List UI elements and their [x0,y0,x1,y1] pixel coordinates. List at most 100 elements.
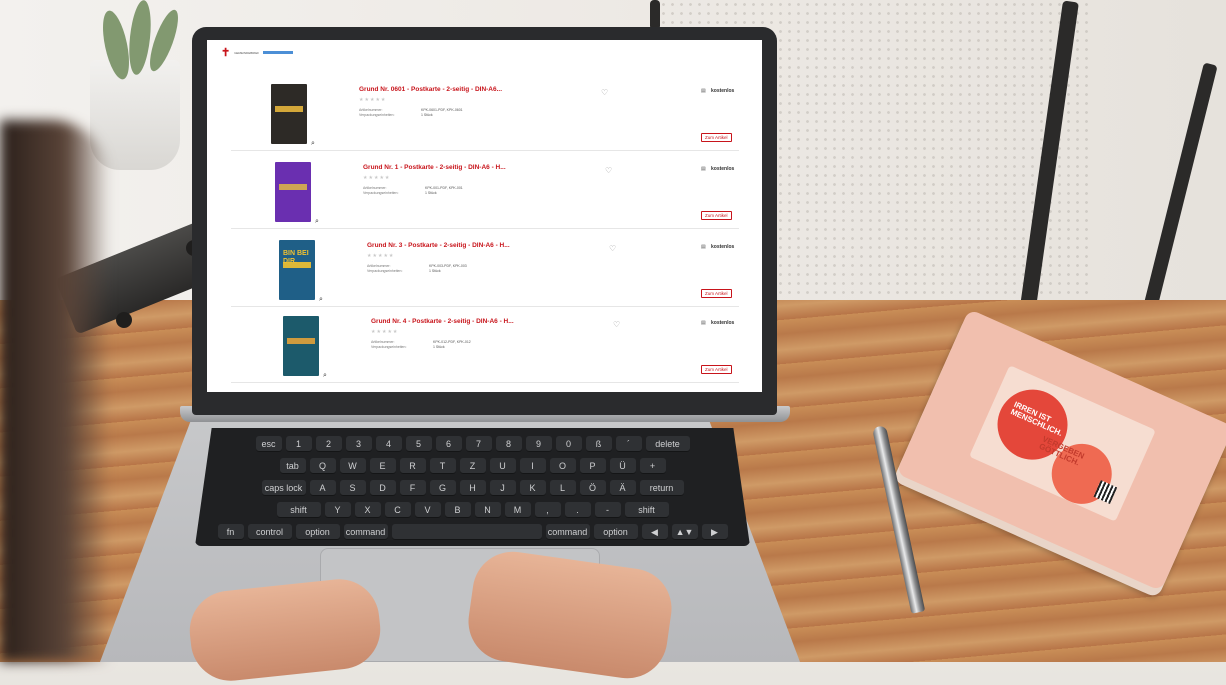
keyboard-key[interactable]: P [579,458,606,474]
keyboard-key[interactable]: X [354,502,381,518]
product-title[interactable]: Grund Nr. 4 - Postkarte - 2-seitig - DIN… [371,318,514,325]
keyboard-key[interactable]: A [309,480,336,496]
wishlist-heart-icon[interactable]: ♡ [605,166,612,175]
keyboard-key[interactable]: option [295,524,340,540]
key-row: tab Q W E R T Z U I O P Ü + [195,458,750,474]
product-thumbnail[interactable]: ⌕ [275,162,321,226]
keyboard-key[interactable]: 5 [405,436,432,452]
product-title[interactable]: Grund Nr. 3 - Postkarte - 2-seitig - DIN… [367,242,510,249]
product-row[interactable]: BIN BEI DIR. ⌕ Grund Nr. 3 - Postkarte - 2… [231,236,739,307]
product-meta-values: KPK-0601-PDF, KPK-0601 1 Stück [421,108,463,117]
product-row[interactable]: ⌕ Grund Nr. 1 - Postkarte - 2-seitig - DI… [231,158,739,229]
price-tag-icon: ▤ [701,166,706,172]
product-title[interactable]: Grund Nr. 1 - Postkarte - 2-seitig - DIN… [363,164,506,171]
keyboard-key[interactable]: Ö [579,480,606,496]
keyboard-key[interactable]: shift [624,502,669,518]
keyboard-key[interactable]: F [399,480,426,496]
keyboard-key[interactable]: control [247,524,292,540]
wishlist-heart-icon[interactable]: ♡ [613,320,620,329]
keyboard-key[interactable]: return [639,480,684,496]
keyboard-key[interactable]: delete [645,436,690,452]
wishlist-heart-icon[interactable]: ♡ [601,88,608,97]
keyboard-key[interactable]: + [639,458,666,474]
product-thumbnail[interactable]: ⌕ [283,316,329,380]
rating-stars: ★★★★★ [363,175,391,181]
keyboard-key[interactable]: Ä [609,480,636,496]
keyboard-key[interactable]: option [593,524,638,540]
zum-artikel-button[interactable]: Zum Artikel [701,211,732,220]
chair-frame [650,0,660,30]
keyboard-key[interactable]: Q [309,458,336,474]
keyboard: esc 1 2 3 4 5 6 7 8 9 0 ß ´ delete tab Q W E R T Z U I O P Ü + ca… [195,428,750,546]
product-meta-labels: Artikelnummer: Verpackungseinheiten: [367,264,403,273]
keyboard-key[interactable]: G [429,480,456,496]
zum-artikel-button[interactable]: Zum Artikel [701,289,732,298]
zoom-icon[interactable]: ⌕ [317,296,325,304]
keyboard-key[interactable]: Z [459,458,486,474]
zum-artikel-button[interactable]: Zum Artikel [701,133,732,142]
keyboard-key[interactable]: B [444,502,471,518]
keyboard-key[interactable]: T [429,458,456,474]
keyboard-key[interactable]: caps lock [261,480,306,496]
keyboard-key[interactable]: 0 [555,436,582,452]
keyboard-key[interactable]: 3 [345,436,372,452]
thumbnail-graphic [287,338,315,344]
keyboard-key[interactable]: fn [217,524,244,540]
keyboard-key[interactable]: L [549,480,576,496]
keyboard-key[interactable]: command [545,524,590,540]
keyboard-key[interactable]: 7 [465,436,492,452]
keyboard-key[interactable]: C [384,502,411,518]
person-silhouette [0,120,110,662]
keyboard-key[interactable]: - [594,502,621,518]
keyboard-key[interactable]: 9 [525,436,552,452]
keyboard-key[interactable]: E [369,458,396,474]
keyboard-key[interactable]: ◀ [641,524,668,540]
keyboard-key[interactable]: ´ [615,436,642,452]
keyboard-key[interactable]: esc [255,436,282,452]
price-label: kostenlos [711,244,735,250]
keyboard-key[interactable]: 4 [375,436,402,452]
keyboard-key[interactable]: tab [279,458,306,474]
keyboard-key[interactable]: H [459,480,486,496]
keyboard-key[interactable]: Ü [609,458,636,474]
wishlist-heart-icon[interactable]: ♡ [609,244,616,253]
product-thumbnail[interactable]: BIN BEI DIR. ⌕ [279,240,325,304]
zum-artikel-button[interactable]: Zum Artikel [701,365,732,374]
keyboard-key[interactable]: O [549,458,576,474]
product-title[interactable]: Grund Nr. 0601 - Postkarte - 2-seitig - … [359,86,502,93]
keyboard-key[interactable]: D [369,480,396,496]
keyboard-key[interactable]: ▶ [701,524,728,540]
zoom-icon[interactable]: ⌕ [309,140,317,148]
keyboard-key[interactable]: 2 [315,436,342,452]
site-logo[interactable]: ✝ GEMEINDEBRIEF [221,46,294,59]
key-row: shift Y X C V B N M,. - shift [195,502,750,518]
keyboard-key[interactable]: , [534,502,561,518]
keyboard-key[interactable]: W [339,458,366,474]
zoom-icon[interactable]: ⌕ [313,218,321,226]
keyboard-key[interactable]: M [504,502,531,518]
product-row[interactable]: ⌕ Grund Nr. 4 - Postkarte - 2-seitig - DI… [231,312,739,383]
product-thumbnail[interactable]: ⌕ [271,84,317,148]
keyboard-key[interactable]: command [343,524,388,540]
product-row[interactable]: ⌕ Grund Nr. 0601 - Postkarte - 2-seitig -… [231,80,739,151]
keyboard-key[interactable]: 1 [285,436,312,452]
keyboard-key[interactable]: 6 [435,436,462,452]
keyboard-key[interactable]: ▲▼ [671,524,698,540]
zoom-icon[interactable]: ⌕ [321,372,329,380]
thumbnail-text: BIN BEI DIR. [283,250,309,265]
space-key[interactable] [391,524,542,540]
keyboard-key[interactable]: R [399,458,426,474]
keyboard-key[interactable]: U [489,458,516,474]
keyboard-key[interactable]: S [339,480,366,496]
keyboard-key[interactable]: shift [276,502,321,518]
keyboard-key[interactable]: ß [585,436,612,452]
laptop-screen: ✝ GEMEINDEBRIEF ⌕ Grund Nr. 0601 - Postka… [207,40,762,392]
keyboard-key[interactable]: K [519,480,546,496]
keyboard-key[interactable]: N [474,502,501,518]
keyboard-key[interactable]: Y [324,502,351,518]
keyboard-key[interactable]: I [519,458,546,474]
keyboard-key[interactable]: J [489,480,516,496]
keyboard-key[interactable]: 8 [495,436,522,452]
keyboard-key[interactable]: V [414,502,441,518]
keyboard-key[interactable]: . [564,502,591,518]
